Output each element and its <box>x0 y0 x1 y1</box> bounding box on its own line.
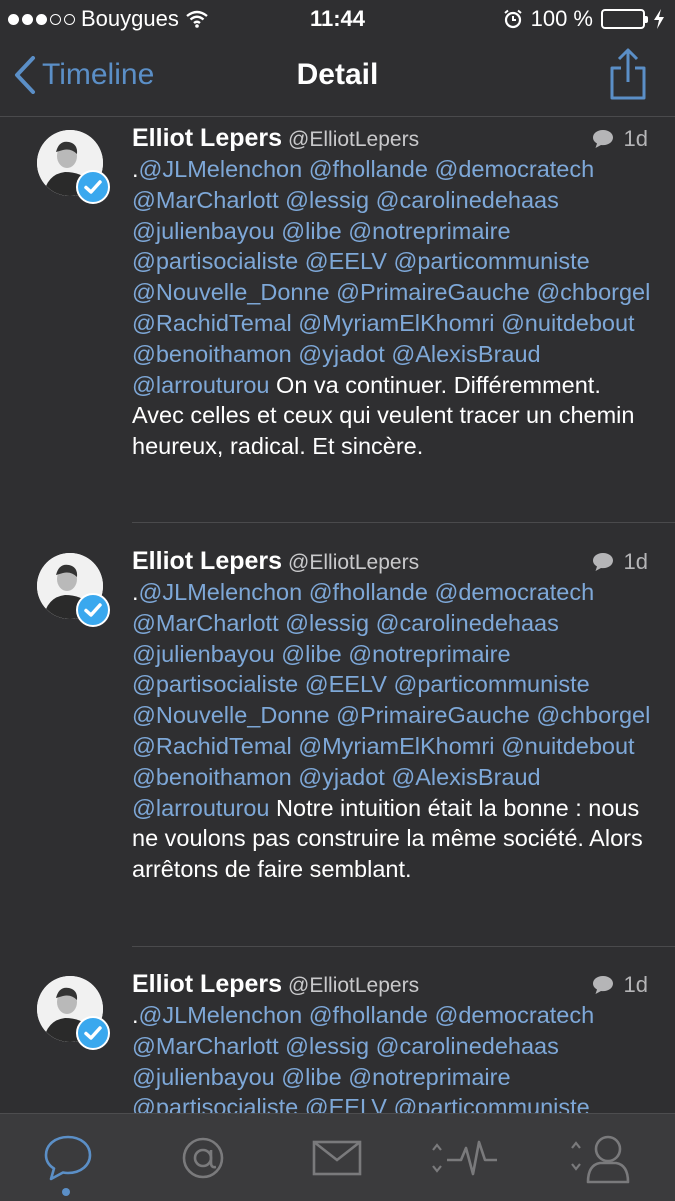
tweet-age: 1d <box>623 549 648 574</box>
divider <box>132 946 675 947</box>
tab-bar <box>0 1113 675 1201</box>
tweet-mentions[interactable]: @JLMelenchon @fhollande @democratech @Ma… <box>132 579 650 821</box>
at-sign-icon <box>182 1137 224 1179</box>
charging-bolt-icon <box>654 9 664 29</box>
profile-icon <box>571 1135 630 1184</box>
tab-timeline[interactable] <box>0 1114 135 1201</box>
share-button[interactable] <box>606 46 650 107</box>
tweet-text: .@JLMelenchon @fhollande @democratech @M… <box>132 156 651 460</box>
tweet-text: .@JLMelenchon @fhollande @democratech @M… <box>132 579 651 883</box>
share-icon <box>610 48 646 100</box>
tweet-mentions[interactable]: @JLMelenchon @fhollande @democratech @Ma… <box>132 1002 594 1113</box>
reply-bubble-icon <box>592 130 613 148</box>
author-name[interactable]: Elliot Lepers <box>132 547 282 575</box>
tab-profile[interactable] <box>540 1114 675 1201</box>
tab-messages[interactable] <box>270 1114 405 1201</box>
battery-percent: 100 % <box>530 6 593 31</box>
author-handle[interactable]: @ElliotLepers <box>288 551 419 574</box>
divider <box>132 522 675 523</box>
tweet-mentions[interactable]: @JLMelenchon @fhollande @democratech @Ma… <box>132 156 650 398</box>
active-tab-indicator <box>62 1188 70 1196</box>
tweet-item[interactable]: Elliot Lepers @ElliotLepers 1d .@JLMelenc… <box>0 970 675 1113</box>
tab-activity[interactable] <box>405 1114 540 1201</box>
author-name[interactable]: Elliot Lepers <box>132 970 282 998</box>
tweet-text: .@JLMelenchon @fhollande @democratech @M… <box>132 1000 652 1113</box>
page-title: Detail <box>296 58 379 91</box>
alarm-icon <box>503 9 522 29</box>
verified-badge-icon <box>76 1016 110 1050</box>
status-bar: Bouygues 11:44 100 % <box>0 0 675 38</box>
battery-icon <box>601 9 648 29</box>
verified-badge-icon <box>76 593 110 627</box>
speech-bubble-icon <box>44 1135 92 1181</box>
activity-pulse-icon <box>432 1140 497 1176</box>
tweet-age: 1d <box>623 972 648 997</box>
navigation-bar: Timeline Detail <box>0 38 675 117</box>
tab-mentions[interactable] <box>135 1114 270 1201</box>
verified-badge-icon <box>76 170 110 204</box>
reply-bubble-icon <box>592 553 613 571</box>
envelope-icon <box>312 1140 362 1176</box>
reply-bubble-icon <box>592 976 613 994</box>
author-handle[interactable]: @ElliotLepers <box>288 974 419 997</box>
tweet-age: 1d <box>623 126 648 151</box>
author-name[interactable]: Elliot Lepers <box>132 124 282 152</box>
author-handle[interactable]: @ElliotLepers <box>288 128 419 151</box>
